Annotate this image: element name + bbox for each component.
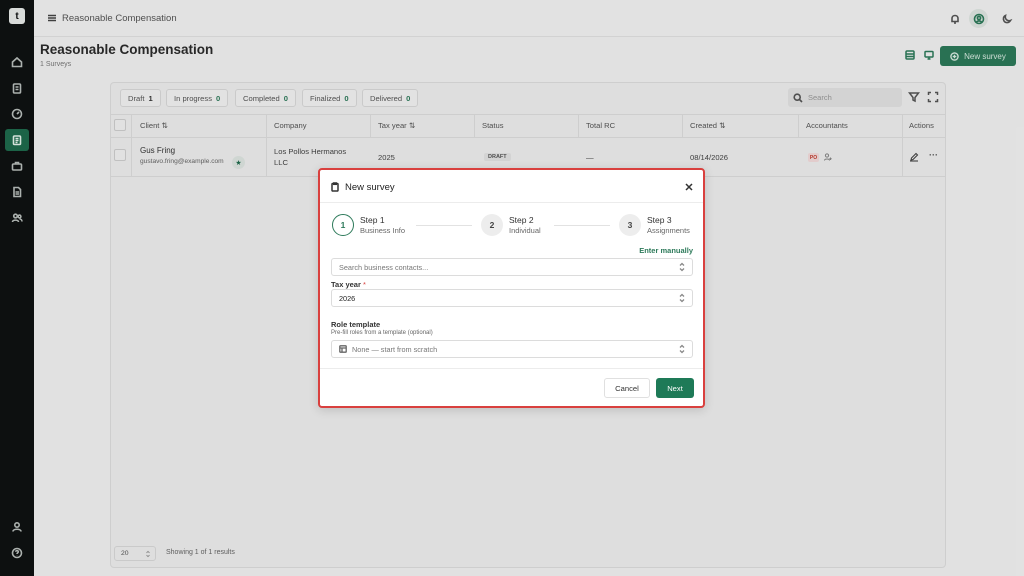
chevron-up-down-icon <box>678 262 686 272</box>
business-search-placeholder: Search business contacts... <box>339 262 429 272</box>
tax-year-label: Tax year * <box>331 280 366 289</box>
next-button[interactable]: Next <box>656 378 694 398</box>
step-1-indicator[interactable]: 1 <box>332 214 354 236</box>
cancel-button[interactable]: Cancel <box>604 378 650 398</box>
role-template-value: None — start from scratch <box>352 344 438 354</box>
step-2-title: Step 2 <box>509 215 534 225</box>
step-1-subtitle: Business Info <box>360 226 406 235</box>
tax-year-value: 2026 <box>339 293 356 303</box>
step-connector <box>554 225 610 226</box>
modal-divider <box>320 202 703 203</box>
new-survey-modal: New survey 1 Step 1 Business Info 2 Step… <box>318 168 705 408</box>
tax-year-label-text: Tax year <box>331 280 361 289</box>
step-1-title: Step 1 <box>360 215 385 225</box>
step-3-title: Step 3 <box>647 215 672 225</box>
required-marker: * <box>362 280 366 289</box>
enter-manually-link[interactable]: Enter manually <box>639 246 693 255</box>
step-3-indicator[interactable]: 3 <box>619 214 641 236</box>
step-2-subtitle: Individual <box>509 226 541 235</box>
role-template-label: Role template <box>331 320 381 329</box>
role-template-hint: Pre-fill roles from a template (optional… <box>331 330 433 336</box>
step-connector <box>416 225 472 226</box>
chevron-up-down-icon <box>678 344 686 354</box>
business-contact-search[interactable]: Search business contacts... <box>331 258 693 276</box>
step-3-subtitle: Assignments <box>647 226 690 235</box>
modal-title: New survey <box>345 182 395 193</box>
template-icon <box>339 345 347 353</box>
role-template-select[interactable]: None — start from scratch <box>331 340 693 358</box>
chevron-up-down-icon <box>678 293 686 303</box>
tax-year-select[interactable]: 2026 <box>331 289 693 307</box>
step-2-indicator[interactable]: 2 <box>481 214 503 236</box>
modal-footer-divider <box>320 368 703 369</box>
clipboard-icon <box>330 182 340 192</box>
close-icon[interactable] <box>684 182 694 192</box>
